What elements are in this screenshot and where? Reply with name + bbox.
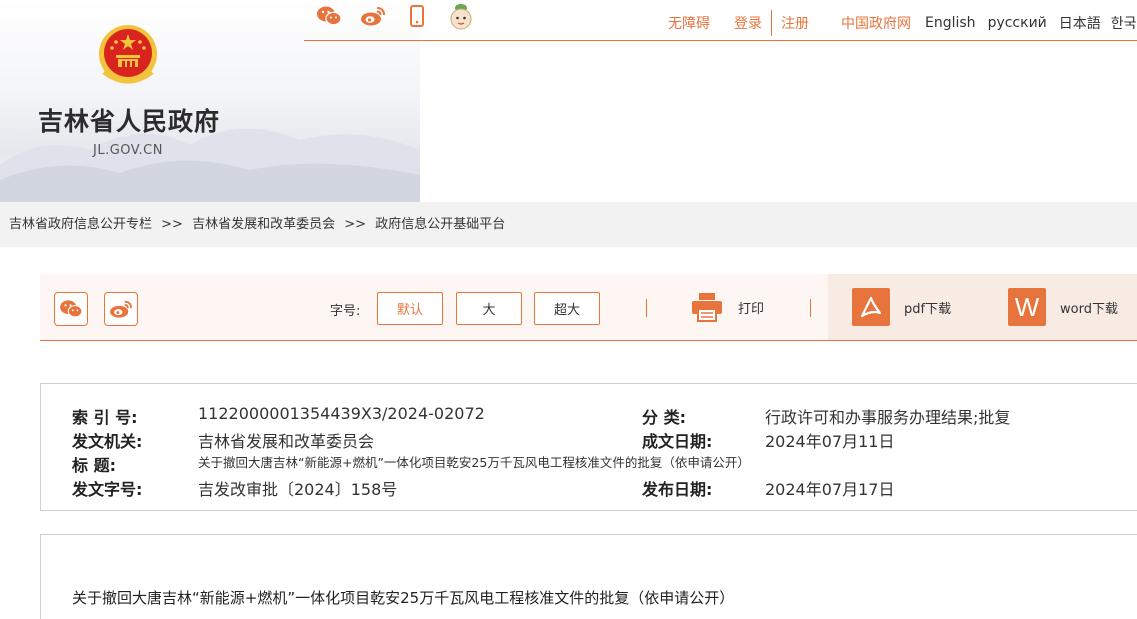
document-title: 关于撤回大唐吉林“新能源+燃机”一体化项目乾安25万千瓦风电工程核准文件的批复（… [72, 589, 735, 607]
index-label: 索 引 号: [72, 408, 138, 427]
site-header: 吉林省人民政府 JL.GOV.CN 无障碍 登录 注册 中国政府网 Englis… [0, 0, 1137, 202]
word-download-button[interactable]: W word下载 [1008, 288, 1118, 326]
site-title[interactable]: 吉林省人民政府 [38, 102, 220, 138]
title-label: 标 题: [72, 456, 116, 475]
article-toolbar: 字号: 默认 大 超大 打印 pdf下载 W word下载 [40, 274, 1137, 341]
printer-icon [692, 293, 722, 322]
fontsize-large-button[interactable]: 大 [456, 292, 522, 325]
register-link[interactable]: 注册 [781, 13, 809, 33]
mascot-icon[interactable] [448, 3, 474, 30]
share-wechat-button[interactable] [54, 292, 88, 326]
wechat-icon [60, 300, 83, 318]
russian-link[interactable]: русский [988, 15, 1047, 31]
breadcrumb-separator: >> [161, 217, 183, 232]
created-date-value: 2024年07月11日 [765, 432, 895, 451]
pdf-icon [852, 288, 890, 326]
login-link[interactable]: 登录 [734, 13, 762, 33]
pdf-download-button[interactable]: pdf下载 [852, 288, 951, 326]
category-value: 行政许可和办事服务办理结果;批复 [765, 408, 1011, 427]
top-links: 无障碍 登录 注册 中国政府网 English русский 日本語 한국 [668, 10, 1137, 36]
category-label: 分 类: [642, 408, 686, 427]
index-value: 1122000001354439X3/2024-02072 [198, 404, 485, 423]
site-domain: JL.GOV.CN [93, 143, 163, 158]
pdf-download-label: pdf下载 [904, 301, 952, 317]
created-date-label: 成文日期: [642, 432, 713, 451]
english-link[interactable]: English [925, 15, 976, 31]
share-icons [316, 3, 474, 30]
print-button[interactable]: 打印 [690, 291, 764, 323]
issuer-value: 吉林省发展和改革委员会 [198, 432, 375, 451]
document-content: 关于撤回大唐吉林“新能源+燃机”一体化项目乾安25万千瓦风电工程核准文件的批复（… [40, 534, 1137, 619]
fontsize-label: 字号: [330, 304, 361, 319]
login-register-divider [771, 10, 772, 36]
fontsize-default-button[interactable]: 默认 [377, 292, 443, 325]
print-label: 打印 [738, 301, 765, 317]
word-download-label: word下载 [1060, 301, 1118, 317]
breadcrumb-separator: >> [344, 217, 367, 232]
breadcrumb-item-ndrc[interactable]: 吉林省发展和改革委员会 [192, 217, 335, 232]
toolbar-divider [646, 299, 647, 317]
share-weibo-button[interactable] [104, 292, 138, 326]
published-date-value: 2024年07月17日 [765, 480, 895, 499]
national-emblem-icon [99, 25, 157, 84]
breadcrumb-item-platform[interactable]: 政府信息公开基础平台 [375, 217, 505, 232]
weibo-icon[interactable] [360, 3, 386, 29]
docno-label: 发文字号: [72, 480, 143, 499]
toolbar-divider [810, 299, 811, 317]
issuer-label: 发文机关: [72, 432, 143, 451]
breadcrumb: 吉林省政府信息公开专栏 >> 吉林省发展和改革委员会 >> 政府信息公开基础平台 [0, 202, 1137, 247]
fontsize-xlarge-button[interactable]: 超大 [534, 292, 600, 325]
mobile-icon[interactable] [404, 3, 430, 29]
gov-portal-link[interactable]: 中国政府网 [841, 13, 911, 33]
japanese-link[interactable]: 日本語 [1059, 13, 1101, 33]
accessibility-link[interactable]: 无障碍 [668, 13, 710, 33]
wechat-icon[interactable] [316, 3, 342, 29]
docno-value: 吉发改审批〔2024〕158号 [198, 480, 398, 499]
weibo-icon [110, 300, 132, 318]
word-icon: W [1008, 288, 1046, 326]
top-bar: 无障碍 登录 注册 中国政府网 English русский 日本語 한국 [304, 0, 1137, 41]
document-metadata: 索 引 号: 1122000001354439X3/2024-02072 分 类… [40, 383, 1137, 511]
title-value: 关于撤回大唐吉林“新能源+燃机”一体化项目乾安25万千瓦风电工程核准文件的批复（… [198, 455, 750, 470]
breadcrumb-item-info-column[interactable]: 吉林省政府信息公开专栏 [9, 217, 152, 232]
korean-link[interactable]: 한국 [1111, 13, 1137, 33]
download-panel: pdf下载 W word下载 [828, 274, 1137, 340]
published-date-label: 发布日期: [642, 480, 713, 499]
